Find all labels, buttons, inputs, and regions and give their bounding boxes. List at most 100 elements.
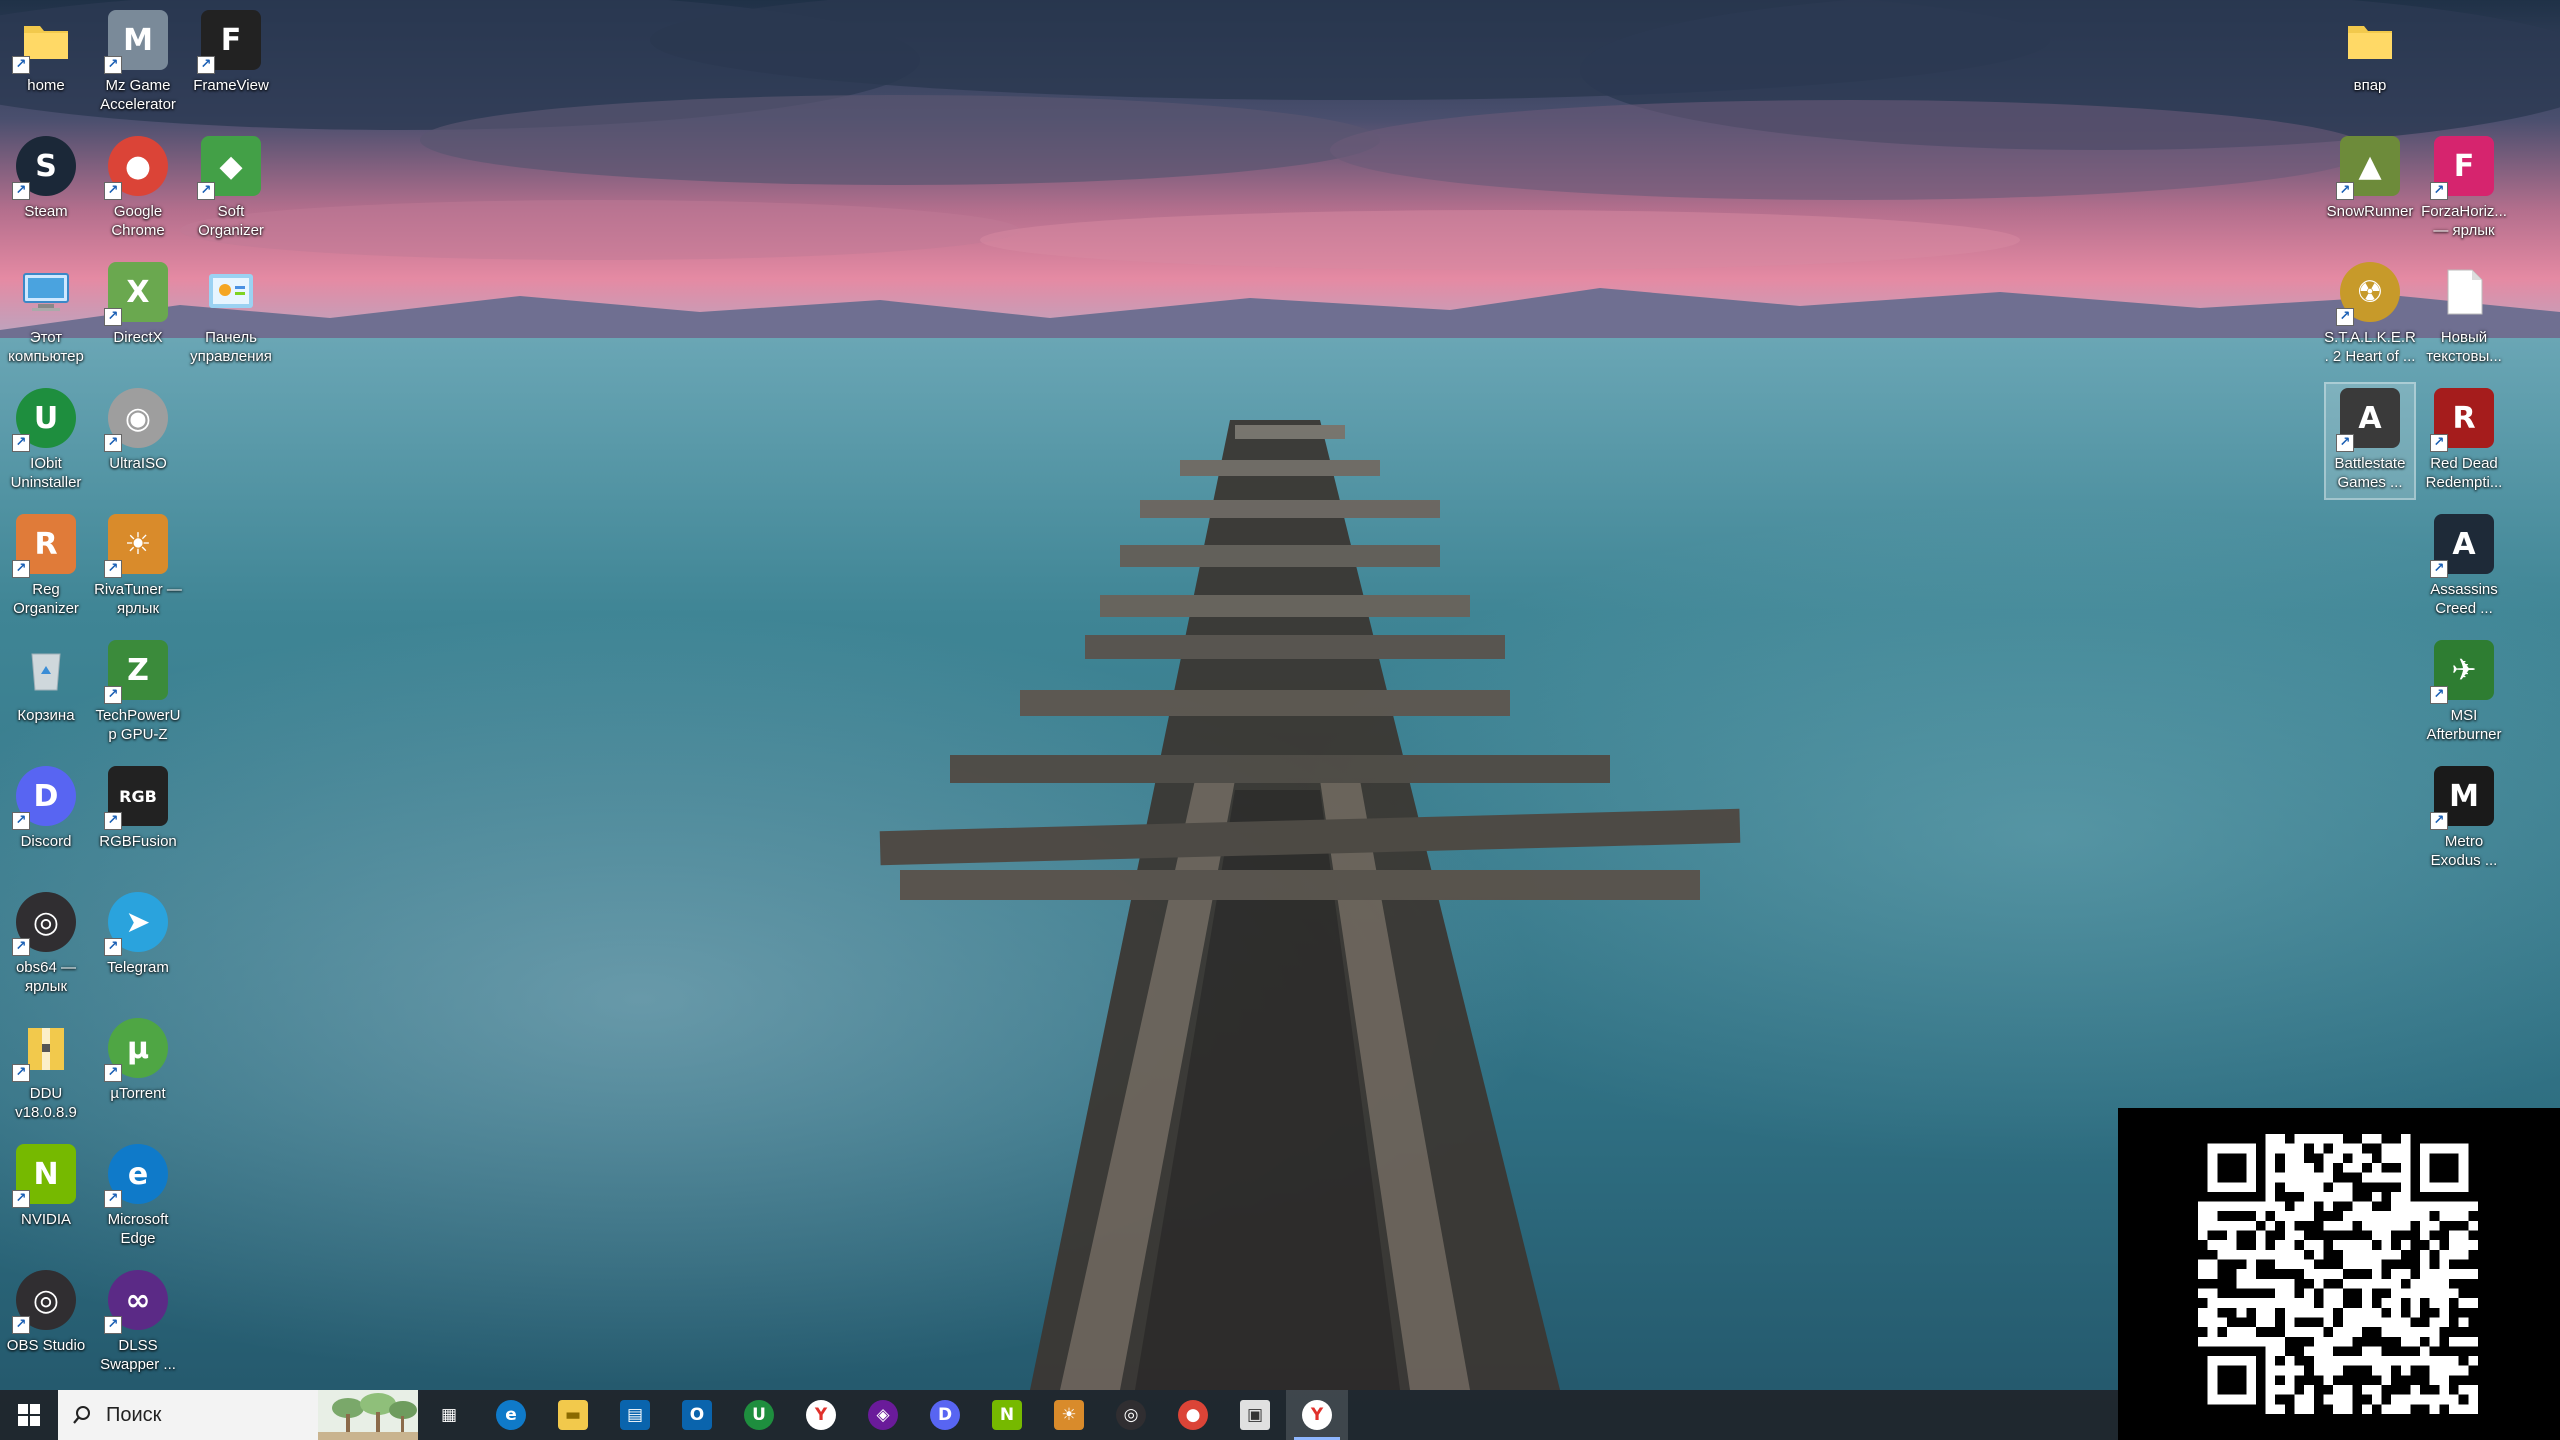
taskbar-item-obs[interactable]: ◎ <box>1100 1390 1162 1440</box>
desktop-icon-gpuz[interactable]: Z ↗ TechPowerUp GPU-Z <box>92 634 184 752</box>
desktop-icon-obs-studio[interactable]: ◎ ↗ OBS Studio <box>0 1264 92 1382</box>
desktop-icon-label: Reg Organizer <box>13 581 79 617</box>
desktop-icon-control-panel[interactable]: Панель управления <box>185 256 277 374</box>
taskbar-item-window-app[interactable]: ▣ <box>1224 1390 1286 1440</box>
desktop-icon-label: Red Dead Redempti... <box>2425 455 2503 491</box>
desktop-icon-directx[interactable]: X ↗ DirectX <box>92 256 184 374</box>
metro-exodus-icon: M ↗ <box>2430 766 2494 830</box>
desktop-icon-red-dead[interactable]: R ↗ Red Dead Redempti... <box>2418 382 2510 500</box>
desktop-icon-recycle-bin[interactable]: Корзина <box>0 634 92 752</box>
shortcut-arrow-icon: ↗ <box>104 560 122 578</box>
desktop-icon-label: IObit Uninstaller <box>10 455 82 491</box>
desktop-icon-stalker[interactable]: ☢ ↗ S.T.A.L.K.E.R. 2 Heart of ... <box>2324 256 2416 374</box>
stalker-icon: ☢ ↗ <box>2336 262 2400 326</box>
qr-code <box>2198 1134 2478 1414</box>
taskbar-item-chrome[interactable]: ● <box>1162 1390 1224 1440</box>
desktop-icon-label: DirectX <box>113 329 163 346</box>
desktop-icon-chrome[interactable]: ● ↗ Google Chrome <box>92 130 184 248</box>
desktop-icon-metro-exodus[interactable]: M ↗ Metro Exodus ... <box>2418 760 2510 878</box>
obs-icon: ◎ ↗ <box>12 892 76 956</box>
shortcut-arrow-icon: ↗ <box>2430 182 2448 200</box>
desktop-icon-label: UltraISO <box>109 455 167 472</box>
desktop-icon-snowrunner[interactable]: ▲ ↗ SnowRunner <box>2324 130 2416 248</box>
desktop-icon-text-document[interactable]: Новый текстовы... <box>2418 256 2510 374</box>
desktop-icon-forza-horizon[interactable]: F ↗ ForzaHoriz... — ярлык <box>2418 130 2510 248</box>
desktop-icon-label: ForzaHoriz... — ярлык <box>2421 203 2507 239</box>
taskbar-item-microsoft-store[interactable]: ▤ <box>604 1390 666 1440</box>
assassins-creed-icon: A ↗ <box>2430 514 2494 578</box>
obs-icon: ◎ <box>1116 1400 1146 1430</box>
desktop-icon-label: Steam <box>24 203 68 220</box>
taskbar-item-nvidia[interactable]: N <box>976 1390 1038 1440</box>
taskbar-item-outlook[interactable]: O <box>666 1390 728 1440</box>
desktop-icon-label: S.T.A.L.K.E.R. 2 Heart of ... <box>2324 329 2416 365</box>
desktop-icon-label: Mz Game Accelerator <box>100 77 176 113</box>
taskbar-item-iobit-uninstaller[interactable]: U <box>728 1390 790 1440</box>
desktop-icon-battlestate[interactable]: A ↗ Battlestate Games ... <box>2324 382 2416 500</box>
shortcut-arrow-icon: ↗ <box>12 1190 30 1208</box>
desktop-icon-label: Корзина <box>17 707 75 724</box>
desktop-icon-steam[interactable]: S ↗ Steam <box>0 130 92 248</box>
desktop-icon-msi-afterburner[interactable]: ✈ ↗ MSI Afterburner <box>2418 634 2510 752</box>
desktop-icon-label: Google Chrome <box>111 203 165 239</box>
shortcut-arrow-icon: ↗ <box>104 308 122 326</box>
qr-code-overlay <box>2118 1108 2560 1440</box>
desktop-icon-utorrent[interactable]: µ ↗ µTorrent <box>92 1012 184 1130</box>
desktop-icon-edge[interactable]: e ↗ Microsoft Edge <box>92 1138 184 1256</box>
desktop-icon-reg-organizer[interactable]: R ↗ Reg Organizer <box>0 508 92 626</box>
steam-icon: S ↗ <box>12 136 76 200</box>
edge-icon: e ↗ <box>104 1144 168 1208</box>
desktop-icon-label: Telegram <box>107 959 169 976</box>
desktop-icon-mz-game-accelerator[interactable]: M ↗ Mz Game Accelerator <box>92 4 184 122</box>
taskbar-search-box[interactable]: Поиск <box>58 1390 418 1440</box>
taskbar-item-app-purple[interactable]: ◈ <box>852 1390 914 1440</box>
taskbar-item-yandex-browser-2[interactable]: Y <box>1286 1390 1348 1440</box>
start-button[interactable] <box>0 1390 58 1440</box>
desktop-icon-dlss-swapper[interactable]: ∞ ↗ DLSS Swapper ... <box>92 1264 184 1382</box>
gpuz-icon: Z ↗ <box>104 640 168 704</box>
taskbar-item-rivatuner[interactable]: ☀ <box>1038 1390 1100 1440</box>
shortcut-arrow-icon: ↗ <box>104 812 122 830</box>
shortcut-arrow-icon: ↗ <box>104 56 122 74</box>
battlestate-icon: A ↗ <box>2336 388 2400 452</box>
desktop-icon-obs[interactable]: ◎ ↗ obs64 — ярлык <box>0 886 92 1004</box>
outlook-icon: O <box>682 1400 712 1430</box>
desktop-icon-computer[interactable]: Этот компьютер <box>0 256 92 374</box>
shortcut-arrow-icon: ↗ <box>12 938 30 956</box>
desktop-icon-label: µTorrent <box>110 1085 166 1102</box>
shortcut-arrow-icon: ↗ <box>2336 182 2354 200</box>
desktop-icon-label: Microsoft Edge <box>107 1211 169 1247</box>
desktop-icon-folder[interactable]: впар <box>2324 4 2416 122</box>
soft-organizer-icon: ◆ ↗ <box>197 136 261 200</box>
desktop-icon-soft-organizer[interactable]: ◆ ↗ Soft Organizer <box>185 130 277 248</box>
desktop-icon-frameview[interactable]: F ↗ FrameView <box>185 4 277 122</box>
shortcut-arrow-icon: ↗ <box>2430 434 2448 452</box>
edge-icon: e <box>496 1400 526 1430</box>
desktop-icon-assassins-creed[interactable]: A ↗ Assassins Creed ... <box>2418 508 2510 626</box>
desktop-icon-nvidia[interactable]: N ↗ NVIDIA <box>0 1138 92 1256</box>
shortcut-arrow-icon: ↗ <box>104 1064 122 1082</box>
desktop-icon-rivatuner[interactable]: ☀ ↗ RivaTuner — ярлык <box>92 508 184 626</box>
desktop-icon-telegram[interactable]: ➤ ↗ Telegram <box>92 886 184 1004</box>
taskbar-item-edge[interactable]: e <box>480 1390 542 1440</box>
taskbar-item-discord[interactable]: D <box>914 1390 976 1440</box>
desktop-icon-label: Новый текстовы... <box>2426 329 2502 365</box>
desktop-icon-archive-folder[interactable]: ↗ DDU v18.0.8.9 <box>0 1012 92 1130</box>
archive-folder-icon: ↗ <box>12 1018 76 1082</box>
desktop-icon-ultraiso[interactable]: ◉ ↗ UltraISO <box>92 382 184 500</box>
folder-icon <box>2340 10 2400 70</box>
rgbfusion-icon: RGB ↗ <box>104 766 168 830</box>
desktop-icon-label: Панель управления <box>190 329 272 365</box>
mz-game-accelerator-icon: M ↗ <box>104 10 168 74</box>
desktop-icon-label: RivaTuner — ярлык <box>94 581 182 617</box>
shortcut-arrow-icon: ↗ <box>12 560 30 578</box>
iobit-uninstaller-icon: U <box>744 1400 774 1430</box>
taskbar-item-task-view[interactable]: ▦ <box>418 1390 480 1440</box>
desktop-icon-rgbfusion[interactable]: RGB ↗ RGBFusion <box>92 760 184 878</box>
taskbar-item-file-explorer[interactable]: ▬ <box>542 1390 604 1440</box>
desktop-icon-discord[interactable]: D ↗ Discord <box>0 760 92 878</box>
desktop-icon-label: Soft Organizer <box>198 203 264 239</box>
desktop-icon-folder[interactable]: ↗ home <box>0 4 92 122</box>
taskbar-item-yandex-browser[interactable]: Y <box>790 1390 852 1440</box>
desktop-icon-iobit-uninstaller[interactable]: U ↗ IObit Uninstaller <box>0 382 92 500</box>
